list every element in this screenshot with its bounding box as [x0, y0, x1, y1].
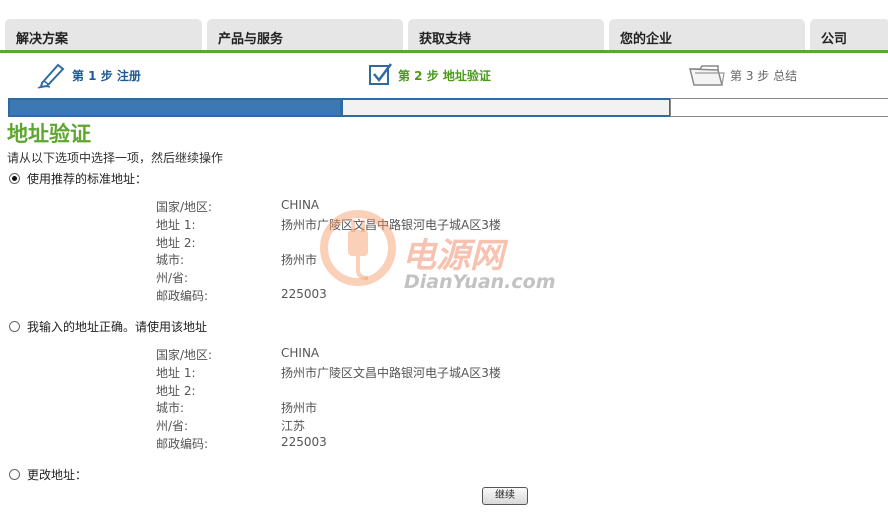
tab-label: 您的企业: [620, 32, 673, 47]
progress-segment-complete: [8, 98, 342, 117]
radio-entered[interactable]: [9, 321, 20, 332]
option-entered[interactable]: 我输入的地址正确。请使用该地址: [9, 318, 207, 335]
field-value: CHINA: [281, 346, 320, 360]
top-nav: 解决方案 产品与服务 获取支持 您的企业 公司: [0, 0, 888, 54]
field-label: 国家/地区:: [156, 200, 213, 214]
continue-button[interactable]: 继续: [482, 487, 528, 505]
field-value: 225003: [281, 286, 327, 301]
folder-icon: [688, 61, 726, 90]
checkbox-icon: [368, 61, 394, 90]
field-label: 邮政编码:: [156, 288, 209, 303]
field-label: 州/省:: [156, 271, 189, 286]
field-label: 州/省:: [156, 419, 189, 434]
page-title: 地址验证: [7, 121, 91, 146]
field-value: CHINA: [281, 198, 320, 212]
tab-solutions[interactable]: 解决方案: [5, 19, 202, 50]
tab-label: 解决方案: [16, 32, 69, 47]
field-label: 地址 2:: [156, 383, 196, 398]
field-value: 225003: [281, 434, 327, 449]
option-label: 更改地址：: [27, 468, 88, 482]
tab-get-support[interactable]: 获取支持: [408, 19, 604, 50]
tab-label: 产品与服务: [218, 32, 284, 47]
option-recommended[interactable]: 使用推荐的标准地址：: [9, 170, 147, 187]
field-label: 城市:: [156, 253, 185, 268]
field-label: 地址 2:: [156, 235, 196, 250]
field-label: 邮政编码:: [156, 436, 209, 451]
step-label: 第 3 步 总结: [730, 68, 798, 83]
watermark-cn: 电源网: [402, 236, 504, 276]
field-value: 扬州市: [281, 401, 318, 416]
step-3: 第 3 步 总结: [688, 60, 797, 90]
field-value: 扬州市广陵区文昌中路银河电子城A区3楼: [281, 217, 501, 232]
step-label: 第 1 步 注册: [72, 68, 141, 83]
nav-divider: [0, 50, 888, 53]
radio-recommended[interactable]: [9, 173, 20, 184]
field-label: 国家/地区:: [156, 348, 213, 362]
radio-change-address[interactable]: [9, 469, 20, 480]
field-label: 地址 1:: [156, 217, 196, 232]
progress-segment-current: [341, 98, 671, 117]
step-label: 第 2 步 地址验证: [398, 68, 491, 83]
step-1: 第 1 步 注册: [36, 60, 141, 90]
field-label: 城市:: [156, 401, 185, 416]
field-label: 地址 1:: [156, 365, 196, 380]
watermark-en: DianYuan.com: [404, 271, 556, 293]
option-change-address[interactable]: 更改地址：: [9, 466, 87, 483]
instruction-text: 请从以下选项中选择一项，然后继续操作: [7, 151, 224, 165]
field-value: 扬州市广陵区文昌中路银河电子城A区3楼: [281, 365, 501, 380]
tab-products-services[interactable]: 产品与服务: [207, 19, 403, 50]
option-label: 我输入的地址正确。请使用该地址: [27, 320, 208, 334]
field-value: 江苏: [281, 419, 306, 434]
tab-your-business[interactable]: 您的企业: [609, 19, 805, 50]
tab-label: 获取支持: [419, 32, 472, 47]
tab-company[interactable]: 公司: [810, 19, 888, 50]
field-value: 扬州市: [281, 253, 318, 268]
progress-bar: [8, 98, 888, 118]
progress-segment-pending: [670, 98, 888, 117]
option-label: 使用推荐的标准地址：: [27, 172, 148, 186]
tab-label: 公司: [821, 32, 848, 47]
pen-icon: [36, 59, 68, 92]
step-2: 第 2 步 地址验证: [368, 60, 491, 90]
